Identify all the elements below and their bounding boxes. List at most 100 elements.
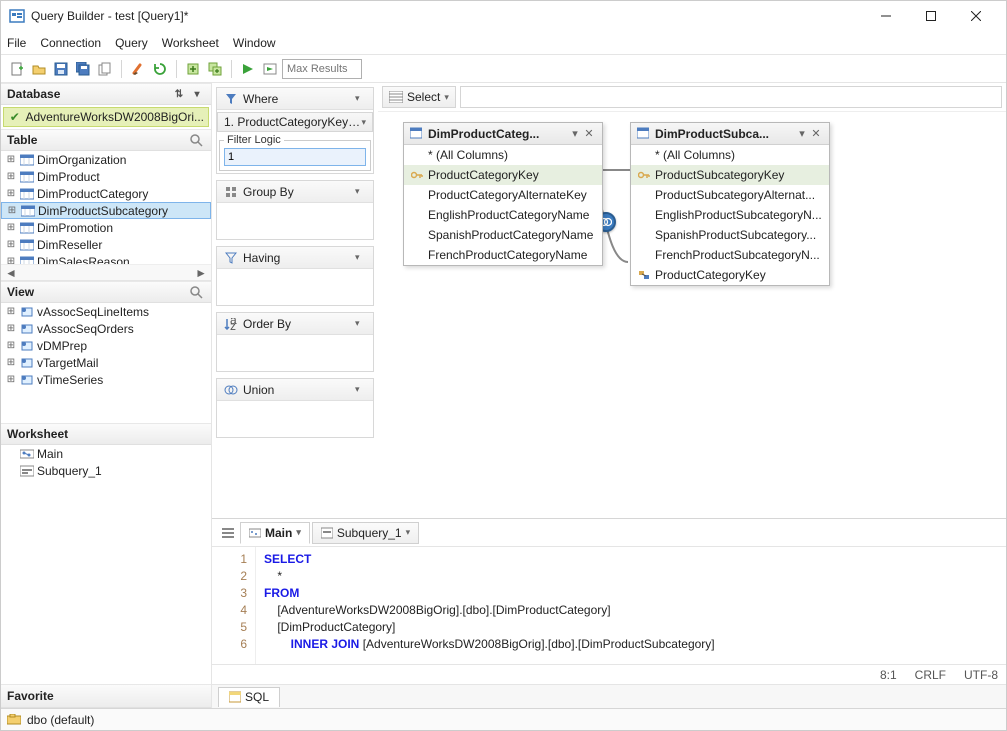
table-icon bbox=[410, 127, 424, 141]
close-button[interactable] bbox=[953, 1, 998, 31]
view-item[interactable]: ⊞vDMPrep bbox=[1, 337, 211, 354]
worksheet-item[interactable]: Subquery_1 bbox=[1, 462, 211, 479]
column-row[interactable]: EnglishProductSubcategoryN... bbox=[631, 205, 829, 225]
hscroll[interactable]: ◄► bbox=[1, 264, 211, 280]
column-row[interactable]: EnglishProductCategoryName bbox=[404, 205, 602, 225]
chevron-down-icon[interactable]: ▾ bbox=[355, 186, 367, 197]
search-icon[interactable] bbox=[187, 283, 205, 301]
tab-subquery[interactable]: Subquery_1 ▾ bbox=[312, 522, 419, 544]
view-item[interactable]: ⊞vTimeSeries bbox=[1, 371, 211, 388]
open-icon[interactable] bbox=[29, 59, 49, 79]
tab-sql[interactable]: SQL bbox=[218, 687, 280, 707]
filter-logic-input[interactable] bbox=[224, 148, 366, 166]
column-row[interactable]: ProductCategoryKey bbox=[404, 165, 602, 185]
titlebar: Query Builder - test [Query1]* bbox=[1, 1, 1006, 31]
encoding: UTF-8 bbox=[964, 668, 998, 682]
favorite-header: Favorite bbox=[1, 684, 211, 708]
worksheet-item[interactable]: Main bbox=[1, 445, 211, 462]
view-item[interactable]: ⊞vAssocSeqOrders bbox=[1, 320, 211, 337]
maximize-button[interactable] bbox=[908, 1, 953, 31]
table-item[interactable]: ⊞DimSalesReason bbox=[1, 253, 211, 264]
new-icon[interactable] bbox=[7, 59, 27, 79]
select-field[interactable] bbox=[460, 86, 1002, 108]
table-item[interactable]: ⊞DimPromotion bbox=[1, 219, 211, 236]
close-icon[interactable]: ✕ bbox=[582, 127, 596, 140]
save-all-icon[interactable] bbox=[73, 59, 93, 79]
eol-mode: CRLF bbox=[915, 668, 946, 682]
view-header: View bbox=[1, 281, 211, 303]
search-icon[interactable] bbox=[187, 131, 205, 149]
dropdown-icon[interactable]: ▾ bbox=[189, 86, 205, 102]
add-icon[interactable] bbox=[183, 59, 203, 79]
groupby-header[interactable]: Group By ▾ bbox=[217, 181, 373, 203]
table-list[interactable]: ⊞DimOrganization⊞DimProduct⊞DimProductCa… bbox=[1, 151, 211, 264]
where-condition[interactable]: 1. ProductCategoryKey =... ▾ bbox=[217, 112, 373, 132]
run-selection-icon[interactable] bbox=[260, 59, 280, 79]
save-icon[interactable] bbox=[51, 59, 71, 79]
chevron-down-icon[interactable]: ▾ bbox=[568, 127, 582, 140]
max-results-input[interactable] bbox=[282, 59, 362, 79]
groupby-section: Group By ▾ bbox=[216, 180, 374, 240]
chevron-down-icon[interactable]: ▾ bbox=[795, 127, 809, 140]
column-row[interactable]: ProductSubcategoryKey bbox=[631, 165, 829, 185]
chevron-down-icon[interactable]: ▾ bbox=[355, 252, 367, 263]
view-item[interactable]: ⊞vTargetMail bbox=[1, 354, 211, 371]
sql-editor[interactable]: 123456 SELECT * FROM [AdventureWorksDW20… bbox=[212, 547, 1006, 664]
sort-icon[interactable]: ⇅ bbox=[171, 86, 187, 102]
chevron-down-icon[interactable]: ▾ bbox=[406, 527, 411, 538]
database-name: AdventureWorksDW2008BigOri... bbox=[25, 110, 204, 124]
chevron-down-icon[interactable]: ▾ bbox=[355, 93, 367, 104]
table-icon bbox=[637, 127, 651, 141]
close-icon[interactable]: ✕ bbox=[809, 127, 823, 140]
clear-icon[interactable] bbox=[128, 59, 148, 79]
minimize-button[interactable] bbox=[863, 1, 908, 31]
menu-connection[interactable]: Connection bbox=[40, 36, 101, 50]
menu-window[interactable]: Window bbox=[233, 36, 276, 50]
chevron-down-icon[interactable]: ▾ bbox=[296, 527, 301, 538]
worksheet-header: Worksheet bbox=[1, 423, 211, 445]
worksheet-icon bbox=[249, 527, 261, 539]
column-row[interactable]: ProductCategoryKey bbox=[631, 265, 829, 285]
copy-icon[interactable] bbox=[95, 59, 115, 79]
chevron-down-icon: ▾ bbox=[444, 92, 449, 103]
chevron-down-icon[interactable]: ▾ bbox=[355, 384, 367, 395]
column-row[interactable]: FrenchProductCategoryName bbox=[404, 245, 602, 265]
diagram-table-2[interactable]: DimProductSubca... ▾ ✕ * (All Columns)Pr… bbox=[630, 122, 830, 286]
column-row[interactable]: SpanishProductSubcategory... bbox=[631, 225, 829, 245]
list-icon[interactable] bbox=[216, 522, 240, 544]
worksheet-list[interactable]: MainSubquery_1 bbox=[1, 445, 211, 684]
column-row[interactable]: ProductSubcategoryAlternat... bbox=[631, 185, 829, 205]
table-item[interactable]: ⊞DimReseller bbox=[1, 236, 211, 253]
table-item[interactable]: ⊞DimOrganization bbox=[1, 151, 211, 168]
table-item[interactable]: ⊞DimProductSubcategory bbox=[1, 202, 211, 219]
chevron-down-icon: ▾ bbox=[361, 117, 366, 128]
union-header[interactable]: Union ▾ bbox=[217, 379, 373, 401]
run-icon[interactable] bbox=[238, 59, 258, 79]
tab-main[interactable]: Main ▾ bbox=[240, 522, 310, 544]
table-item[interactable]: ⊞DimProductCategory bbox=[1, 185, 211, 202]
column-row[interactable]: FrenchProductSubcategoryN... bbox=[631, 245, 829, 265]
diagram-table-1[interactable]: DimProductCateg... ▾ ✕ * (All Columns)Pr… bbox=[403, 122, 603, 266]
refresh-icon[interactable] bbox=[150, 59, 170, 79]
view-item[interactable]: ⊞vAssocSeqLineItems bbox=[1, 303, 211, 320]
canvas[interactable]: DimProductCateg... ▾ ✕ * (All Columns)Pr… bbox=[378, 111, 1006, 518]
view-list[interactable]: ⊞vAssocSeqLineItems⊞vAssocSeqOrders⊞vDMP… bbox=[1, 303, 211, 423]
menu-file[interactable]: File bbox=[7, 36, 26, 50]
add-multi-icon[interactable] bbox=[205, 59, 225, 79]
orderby-header[interactable]: az Order By ▾ bbox=[217, 313, 373, 335]
select-button[interactable]: Select ▾ bbox=[382, 86, 456, 108]
view-label: View bbox=[7, 285, 34, 299]
column-row[interactable]: SpanishProductCategoryName bbox=[404, 225, 602, 245]
schema-name: dbo (default) bbox=[27, 713, 94, 727]
sql-code[interactable]: SELECT * FROM [AdventureWorksDW2008BigOr… bbox=[256, 547, 1006, 664]
column-row[interactable]: * (All Columns) bbox=[631, 145, 829, 165]
menu-worksheet[interactable]: Worksheet bbox=[162, 36, 219, 50]
having-header[interactable]: Having ▾ bbox=[217, 247, 373, 269]
chevron-down-icon[interactable]: ▾ bbox=[355, 318, 367, 329]
menu-query[interactable]: Query bbox=[115, 36, 148, 50]
database-item[interactable]: ✔ AdventureWorksDW2008BigOri... bbox=[3, 107, 209, 127]
where-header[interactable]: Where ▾ bbox=[217, 88, 373, 110]
column-row[interactable]: ProductCategoryAlternateKey bbox=[404, 185, 602, 205]
column-row[interactable]: * (All Columns) bbox=[404, 145, 602, 165]
table-item[interactable]: ⊞DimProduct bbox=[1, 168, 211, 185]
